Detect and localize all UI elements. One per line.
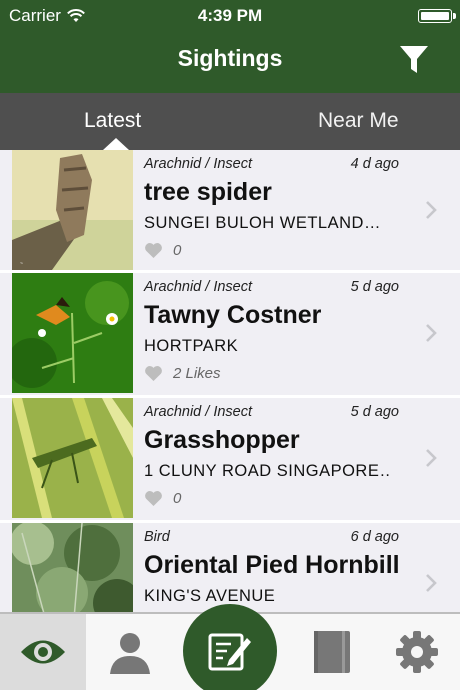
top-bar: Carrier 4:39 PM Sightings: [0, 0, 460, 93]
eye-icon: [21, 640, 65, 664]
sighting-category: Arachnid / Insect: [144, 279, 252, 295]
tab-profile[interactable]: [86, 614, 174, 690]
likes-count[interactable]: 0: [144, 490, 181, 507]
sighting-name: Oriental Pied Hornbill: [144, 551, 400, 579]
sighting-photo: [12, 523, 133, 612]
sighting-location: SUNGEI BULOH WETLAND…: [144, 214, 381, 232]
likes-label: 0: [173, 490, 182, 507]
list-item[interactable]: ~ Arachnid / Insect 4 d ago tree spider …: [0, 150, 460, 275]
book-icon: [314, 631, 350, 673]
sighting-photo: ~: [12, 150, 133, 270]
list-item[interactable]: Arachnid / Insect 5 d ago Tawny Costner …: [0, 273, 460, 398]
heart-icon[interactable]: [144, 242, 163, 259]
svg-text:~: ~: [20, 261, 23, 267]
sighting-location: HORTPARK: [144, 337, 239, 355]
sighting-category: Bird: [144, 529, 170, 545]
chevron-right-icon: [426, 324, 437, 342]
sighting-age: 5 d ago: [350, 279, 399, 295]
tab-latest[interactable]: Latest: [84, 109, 141, 133]
chevron-right-icon: [426, 449, 437, 467]
list-item[interactable]: Bird 6 d ago Oriental Pied Hornbill KING…: [0, 523, 460, 612]
page-title: Sightings: [177, 45, 283, 71]
sighting-name: tree spider: [144, 178, 272, 206]
list-item[interactable]: Arachnid / Insect 5 d ago Grasshopper 1 …: [0, 398, 460, 523]
sighting-age: 4 d ago: [350, 156, 399, 172]
sighting-name: Grasshopper: [144, 426, 300, 454]
likes-count[interactable]: 0: [144, 242, 181, 259]
segment-tabs: Latest Near Me: [0, 93, 460, 150]
likes-label: 0: [173, 242, 182, 259]
sightings-list[interactable]: ~ Arachnid / Insect 4 d ago tree spider …: [0, 150, 460, 612]
likes-count[interactable]: 2 Likes: [144, 365, 221, 382]
selected-tab-indicator: [103, 138, 129, 150]
battery-icon: [418, 9, 456, 23]
heart-icon[interactable]: [144, 365, 163, 382]
sighting-location: KING'S AVENUE: [144, 587, 276, 605]
sighting-category: Arachnid / Insect: [144, 404, 252, 420]
sighting-photo: [12, 273, 133, 393]
sighting-category: Arachnid / Insect: [144, 156, 252, 172]
likes-label: 2 Likes: [173, 365, 221, 382]
chevron-right-icon: [426, 574, 437, 592]
profile-icon: [110, 633, 150, 674]
tab-near-me[interactable]: Near Me: [318, 109, 399, 133]
sighting-name: Tawny Costner: [144, 301, 322, 329]
gear-icon: [396, 631, 438, 673]
heart-icon[interactable]: [144, 490, 163, 507]
new-sighting-button[interactable]: [183, 604, 277, 690]
compose-icon: [208, 633, 251, 671]
status-time: 4:39 PM: [197, 6, 263, 25]
status-bar: Carrier 4:39 PM: [0, 0, 460, 30]
tab-sightings[interactable]: [0, 614, 86, 690]
sighting-location: 1 CLUNY ROAD SINGAPORE…: [144, 462, 390, 480]
sighting-photo: [12, 398, 133, 518]
sighting-age: 6 d ago: [350, 529, 399, 545]
filter-icon[interactable]: [398, 43, 430, 77]
sighting-age: 5 d ago: [350, 404, 399, 420]
chevron-right-icon: [426, 201, 437, 219]
tab-guide[interactable]: [290, 614, 374, 690]
tab-settings[interactable]: [374, 614, 460, 690]
